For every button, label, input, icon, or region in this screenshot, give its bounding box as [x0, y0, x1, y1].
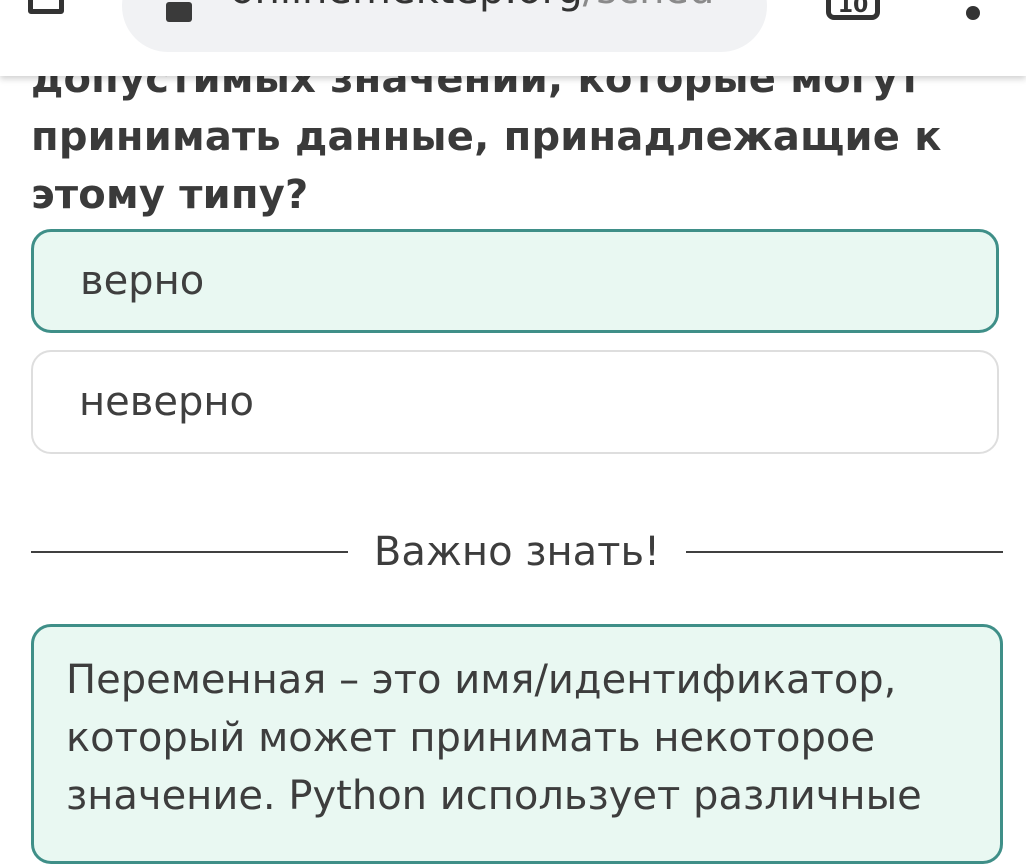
divider-line-right: [686, 551, 1004, 553]
question-text: допустимых значений, которые могут прини…: [31, 56, 942, 218]
browser-toolbar: onlinemektep.org/sched 10: [0, 0, 1026, 76]
more-menu-icon[interactable]: [966, 6, 980, 20]
info-text: Переменная – это имя/идентификатор, кото…: [66, 657, 922, 819]
answer-option-label: неверно: [79, 379, 254, 425]
divider-label: Важно знать!: [373, 529, 661, 575]
page-content: допустимых значений, которые могут прини…: [0, 0, 1026, 864]
tabs-counter-icon[interactable]: 10: [826, 0, 880, 20]
divider-line-left: [31, 551, 348, 553]
answer-option-true[interactable]: верно: [31, 229, 999, 333]
url-path: /sched: [583, 0, 715, 13]
section-divider: Важно знать!: [31, 527, 1004, 577]
address-bar[interactable]: onlinemektep.org/sched: [122, 0, 767, 52]
info-box: Переменная – это имя/идентификатор, кото…: [31, 624, 1003, 864]
answer-option-false[interactable]: неверно: [31, 350, 999, 454]
url-text: onlinemektep.org/sched: [230, 0, 714, 12]
home-icon[interactable]: [28, 0, 64, 14]
answer-option-label: верно: [80, 258, 205, 304]
lock-icon: [166, 2, 192, 22]
url-host: onlinemektep.org: [230, 0, 583, 13]
tab-count: 10: [837, 0, 869, 18]
